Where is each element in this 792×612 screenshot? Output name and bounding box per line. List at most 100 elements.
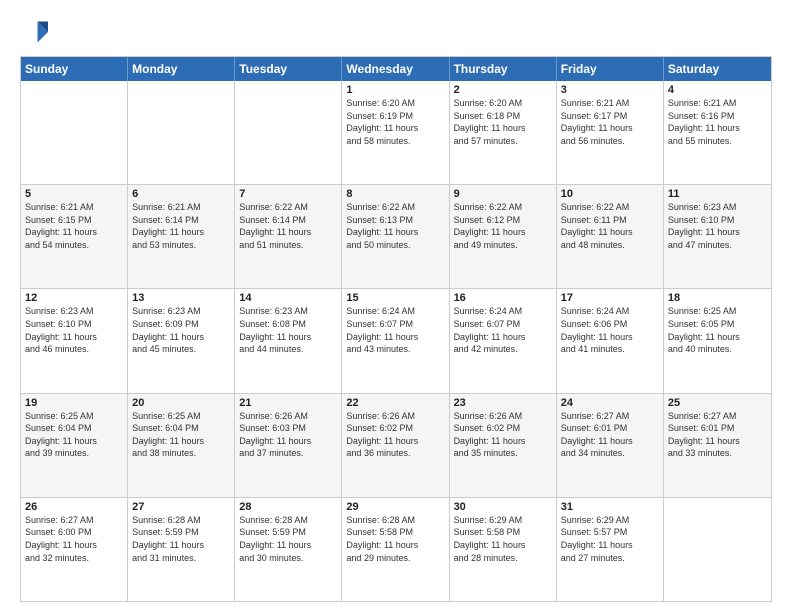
day-info: Sunrise: 6:21 AM Sunset: 6:14 PM Dayligh…: [132, 201, 230, 251]
calendar-row-0: 1Sunrise: 6:20 AM Sunset: 6:19 PM Daylig…: [21, 81, 771, 184]
header-day-saturday: Saturday: [664, 57, 771, 81]
day-cell-19: 19Sunrise: 6:25 AM Sunset: 6:04 PM Dayli…: [21, 394, 128, 497]
empty-cell-0-0: [21, 81, 128, 184]
day-info: Sunrise: 6:27 AM Sunset: 6:00 PM Dayligh…: [25, 514, 123, 564]
day-info: Sunrise: 6:21 AM Sunset: 6:17 PM Dayligh…: [561, 97, 659, 147]
header-day-tuesday: Tuesday: [235, 57, 342, 81]
day-cell-30: 30Sunrise: 6:29 AM Sunset: 5:58 PM Dayli…: [450, 498, 557, 601]
day-info: Sunrise: 6:25 AM Sunset: 6:05 PM Dayligh…: [668, 305, 767, 355]
day-cell-24: 24Sunrise: 6:27 AM Sunset: 6:01 PM Dayli…: [557, 394, 664, 497]
day-number: 29: [346, 501, 444, 513]
day-number: 2: [454, 84, 552, 96]
day-number: 24: [561, 397, 659, 409]
header-day-monday: Monday: [128, 57, 235, 81]
calendar-row-3: 19Sunrise: 6:25 AM Sunset: 6:04 PM Dayli…: [21, 393, 771, 497]
day-cell-28: 28Sunrise: 6:28 AM Sunset: 5:59 PM Dayli…: [235, 498, 342, 601]
day-cell-21: 21Sunrise: 6:26 AM Sunset: 6:03 PM Dayli…: [235, 394, 342, 497]
day-cell-9: 9Sunrise: 6:22 AM Sunset: 6:12 PM Daylig…: [450, 185, 557, 288]
day-info: Sunrise: 6:27 AM Sunset: 6:01 PM Dayligh…: [561, 410, 659, 460]
header: [20, 18, 772, 46]
day-cell-25: 25Sunrise: 6:27 AM Sunset: 6:01 PM Dayli…: [664, 394, 771, 497]
day-number: 19: [25, 397, 123, 409]
day-number: 9: [454, 188, 552, 200]
day-info: Sunrise: 6:29 AM Sunset: 5:58 PM Dayligh…: [454, 514, 552, 564]
day-info: Sunrise: 6:29 AM Sunset: 5:57 PM Dayligh…: [561, 514, 659, 564]
day-number: 3: [561, 84, 659, 96]
day-number: 15: [346, 292, 444, 304]
day-info: Sunrise: 6:28 AM Sunset: 5:59 PM Dayligh…: [239, 514, 337, 564]
day-number: 30: [454, 501, 552, 513]
day-cell-8: 8Sunrise: 6:22 AM Sunset: 6:13 PM Daylig…: [342, 185, 449, 288]
day-info: Sunrise: 6:28 AM Sunset: 5:59 PM Dayligh…: [132, 514, 230, 564]
day-number: 6: [132, 188, 230, 200]
empty-cell-0-2: [235, 81, 342, 184]
day-number: 5: [25, 188, 123, 200]
day-number: 8: [346, 188, 444, 200]
day-number: 28: [239, 501, 337, 513]
day-cell-5: 5Sunrise: 6:21 AM Sunset: 6:15 PM Daylig…: [21, 185, 128, 288]
day-info: Sunrise: 6:21 AM Sunset: 6:16 PM Dayligh…: [668, 97, 767, 147]
day-info: Sunrise: 6:22 AM Sunset: 6:13 PM Dayligh…: [346, 201, 444, 251]
header-day-friday: Friday: [557, 57, 664, 81]
day-cell-3: 3Sunrise: 6:21 AM Sunset: 6:17 PM Daylig…: [557, 81, 664, 184]
day-cell-17: 17Sunrise: 6:24 AM Sunset: 6:06 PM Dayli…: [557, 289, 664, 392]
day-cell-2: 2Sunrise: 6:20 AM Sunset: 6:18 PM Daylig…: [450, 81, 557, 184]
day-cell-31: 31Sunrise: 6:29 AM Sunset: 5:57 PM Dayli…: [557, 498, 664, 601]
day-cell-22: 22Sunrise: 6:26 AM Sunset: 6:02 PM Dayli…: [342, 394, 449, 497]
day-cell-15: 15Sunrise: 6:24 AM Sunset: 6:07 PM Dayli…: [342, 289, 449, 392]
day-cell-6: 6Sunrise: 6:21 AM Sunset: 6:14 PM Daylig…: [128, 185, 235, 288]
day-info: Sunrise: 6:24 AM Sunset: 6:07 PM Dayligh…: [346, 305, 444, 355]
header-day-sunday: Sunday: [21, 57, 128, 81]
day-number: 16: [454, 292, 552, 304]
day-cell-13: 13Sunrise: 6:23 AM Sunset: 6:09 PM Dayli…: [128, 289, 235, 392]
day-number: 18: [668, 292, 767, 304]
day-number: 21: [239, 397, 337, 409]
day-info: Sunrise: 6:25 AM Sunset: 6:04 PM Dayligh…: [25, 410, 123, 460]
day-cell-10: 10Sunrise: 6:22 AM Sunset: 6:11 PM Dayli…: [557, 185, 664, 288]
day-cell-18: 18Sunrise: 6:25 AM Sunset: 6:05 PM Dayli…: [664, 289, 771, 392]
empty-cell-0-1: [128, 81, 235, 184]
logo: [20, 18, 52, 46]
day-cell-14: 14Sunrise: 6:23 AM Sunset: 6:08 PM Dayli…: [235, 289, 342, 392]
day-info: Sunrise: 6:27 AM Sunset: 6:01 PM Dayligh…: [668, 410, 767, 460]
page: SundayMondayTuesdayWednesdayThursdayFrid…: [0, 0, 792, 612]
day-number: 14: [239, 292, 337, 304]
day-number: 20: [132, 397, 230, 409]
day-cell-7: 7Sunrise: 6:22 AM Sunset: 6:14 PM Daylig…: [235, 185, 342, 288]
day-cell-11: 11Sunrise: 6:23 AM Sunset: 6:10 PM Dayli…: [664, 185, 771, 288]
calendar-body: 1Sunrise: 6:20 AM Sunset: 6:19 PM Daylig…: [21, 81, 771, 601]
day-cell-16: 16Sunrise: 6:24 AM Sunset: 6:07 PM Dayli…: [450, 289, 557, 392]
day-number: 7: [239, 188, 337, 200]
day-number: 13: [132, 292, 230, 304]
day-number: 10: [561, 188, 659, 200]
day-number: 12: [25, 292, 123, 304]
day-cell-12: 12Sunrise: 6:23 AM Sunset: 6:10 PM Dayli…: [21, 289, 128, 392]
day-info: Sunrise: 6:20 AM Sunset: 6:19 PM Dayligh…: [346, 97, 444, 147]
day-cell-1: 1Sunrise: 6:20 AM Sunset: 6:19 PM Daylig…: [342, 81, 449, 184]
calendar-header: SundayMondayTuesdayWednesdayThursdayFrid…: [21, 57, 771, 81]
day-number: 17: [561, 292, 659, 304]
day-number: 4: [668, 84, 767, 96]
day-cell-4: 4Sunrise: 6:21 AM Sunset: 6:16 PM Daylig…: [664, 81, 771, 184]
calendar-row-1: 5Sunrise: 6:21 AM Sunset: 6:15 PM Daylig…: [21, 184, 771, 288]
day-info: Sunrise: 6:25 AM Sunset: 6:04 PM Dayligh…: [132, 410, 230, 460]
day-info: Sunrise: 6:26 AM Sunset: 6:02 PM Dayligh…: [454, 410, 552, 460]
day-number: 22: [346, 397, 444, 409]
calendar-row-4: 26Sunrise: 6:27 AM Sunset: 6:00 PM Dayli…: [21, 497, 771, 601]
day-cell-26: 26Sunrise: 6:27 AM Sunset: 6:00 PM Dayli…: [21, 498, 128, 601]
day-info: Sunrise: 6:22 AM Sunset: 6:12 PM Dayligh…: [454, 201, 552, 251]
day-number: 27: [132, 501, 230, 513]
day-number: 23: [454, 397, 552, 409]
day-cell-27: 27Sunrise: 6:28 AM Sunset: 5:59 PM Dayli…: [128, 498, 235, 601]
header-day-thursday: Thursday: [450, 57, 557, 81]
day-info: Sunrise: 6:20 AM Sunset: 6:18 PM Dayligh…: [454, 97, 552, 147]
day-info: Sunrise: 6:23 AM Sunset: 6:10 PM Dayligh…: [668, 201, 767, 251]
day-number: 11: [668, 188, 767, 200]
day-cell-20: 20Sunrise: 6:25 AM Sunset: 6:04 PM Dayli…: [128, 394, 235, 497]
day-number: 26: [25, 501, 123, 513]
day-number: 31: [561, 501, 659, 513]
day-cell-29: 29Sunrise: 6:28 AM Sunset: 5:58 PM Dayli…: [342, 498, 449, 601]
header-day-wednesday: Wednesday: [342, 57, 449, 81]
day-info: Sunrise: 6:24 AM Sunset: 6:07 PM Dayligh…: [454, 305, 552, 355]
day-info: Sunrise: 6:23 AM Sunset: 6:08 PM Dayligh…: [239, 305, 337, 355]
